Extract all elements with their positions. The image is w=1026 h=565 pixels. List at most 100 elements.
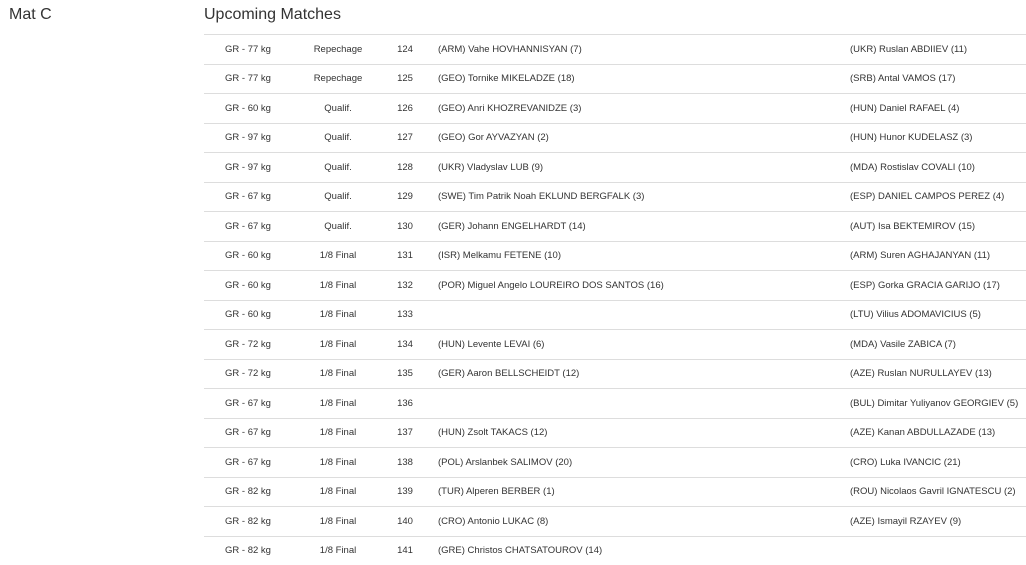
- match-round: Qualif.: [292, 212, 384, 242]
- match-red-athlete: (GRE) Christos CHATSATOUROV (14): [426, 536, 850, 565]
- match-blue-athlete: (SRB) Antal VAMOS (17): [850, 64, 1026, 94]
- match-number: 132: [384, 271, 426, 301]
- match-weight-class: GR - 97 kg: [204, 153, 292, 183]
- match-row: GR - 60 kgQualif.126(GEO) Anri KHOZREVAN…: [204, 94, 1026, 124]
- match-weight-class: GR - 72 kg: [204, 359, 292, 389]
- match-round: 1/8 Final: [292, 271, 384, 301]
- match-number: 140: [384, 507, 426, 537]
- match-row: GR - 67 kg1/8 Final137(HUN) Zsolt TAKACS…: [204, 418, 1026, 448]
- match-round: Repechage: [292, 64, 384, 94]
- match-number: 126: [384, 94, 426, 124]
- match-weight-class: GR - 82 kg: [204, 536, 292, 565]
- match-weight-class: GR - 82 kg: [204, 507, 292, 537]
- match-weight-class: GR - 67 kg: [204, 418, 292, 448]
- match-red-athlete: (UKR) Vladyslav LUB (9): [426, 153, 850, 183]
- match-red-athlete: [426, 300, 850, 330]
- match-round: 1/8 Final: [292, 241, 384, 271]
- match-round: 1/8 Final: [292, 300, 384, 330]
- match-row: GR - 82 kg1/8 Final139(TUR) Alperen BERB…: [204, 477, 1026, 507]
- match-weight-class: GR - 60 kg: [204, 300, 292, 330]
- match-red-athlete: (GER) Aaron BELLSCHEIDT (12): [426, 359, 850, 389]
- match-blue-athlete: [850, 536, 1026, 565]
- match-round: 1/8 Final: [292, 418, 384, 448]
- match-row: GR - 60 kg1/8 Final133 (LTU) Vilius ADOMA…: [204, 300, 1026, 330]
- match-weight-class: GR - 60 kg: [204, 241, 292, 271]
- match-number: 124: [384, 35, 426, 65]
- match-number: 138: [384, 448, 426, 478]
- match-round: 1/8 Final: [292, 359, 384, 389]
- match-number: 139: [384, 477, 426, 507]
- upcoming-matches-table: GR - 77 kgRepechage124(ARM) Vahe HOVHANN…: [204, 34, 1026, 565]
- match-round: Qualif.: [292, 123, 384, 153]
- match-red-athlete: (POR) Miguel Angelo LOUREIRO DOS SANTOS …: [426, 271, 850, 301]
- match-blue-athlete: (AZE) Kanan ABDULLAZADE (13): [850, 418, 1026, 448]
- match-red-athlete: (CRO) Antonio LUKAC (8): [426, 507, 850, 537]
- match-weight-class: GR - 82 kg: [204, 477, 292, 507]
- match-red-athlete: (ARM) Vahe HOVHANNISYAN (7): [426, 35, 850, 65]
- match-red-athlete: (GEO) Tornike MIKELADZE (18): [426, 64, 850, 94]
- match-weight-class: GR - 72 kg: [204, 330, 292, 360]
- match-red-athlete: (ISR) Melkamu FETENE (10): [426, 241, 850, 271]
- match-number: 135: [384, 359, 426, 389]
- match-row: GR - 77 kgRepechage125(GEO) Tornike MIKE…: [204, 64, 1026, 94]
- match-blue-athlete: (ARM) Suren AGHAJANYAN (11): [850, 241, 1026, 271]
- match-round: 1/8 Final: [292, 536, 384, 565]
- match-round: 1/8 Final: [292, 507, 384, 537]
- match-round: 1/8 Final: [292, 448, 384, 478]
- match-blue-athlete: (LTU) Vilius ADOMAVICIUS (5): [850, 300, 1026, 330]
- match-blue-athlete: (BUL) Dimitar Yuliyanov GEORGIEV (5): [850, 389, 1026, 419]
- match-number: 136: [384, 389, 426, 419]
- match-row: GR - 72 kg1/8 Final135(GER) Aaron BELLSC…: [204, 359, 1026, 389]
- match-row: GR - 82 kg1/8 Final141(GRE) Christos CHA…: [204, 536, 1026, 565]
- match-number: 125: [384, 64, 426, 94]
- match-red-athlete: (GEO) Gor AYVAZYAN (2): [426, 123, 850, 153]
- match-blue-athlete: (ESP) DANIEL CAMPOS PEREZ (4): [850, 182, 1026, 212]
- match-round: 1/8 Final: [292, 389, 384, 419]
- match-number: 127: [384, 123, 426, 153]
- match-weight-class: GR - 60 kg: [204, 271, 292, 301]
- match-red-athlete: (HUN) Zsolt TAKACS (12): [426, 418, 850, 448]
- match-red-athlete: (GEO) Anri KHOZREVANIDZE (3): [426, 94, 850, 124]
- mat-title: Mat C: [9, 6, 52, 24]
- match-blue-athlete: (AZE) Ruslan NURULLAYEV (13): [850, 359, 1026, 389]
- match-row: GR - 72 kg1/8 Final134(HUN) Levente LEVA…: [204, 330, 1026, 360]
- match-row: GR - 97 kgQualif.127(GEO) Gor AYVAZYAN (…: [204, 123, 1026, 153]
- match-weight-class: GR - 67 kg: [204, 182, 292, 212]
- match-weight-class: GR - 67 kg: [204, 389, 292, 419]
- match-number: 133: [384, 300, 426, 330]
- match-number: 130: [384, 212, 426, 242]
- match-round: Qualif.: [292, 182, 384, 212]
- match-number: 129: [384, 182, 426, 212]
- match-row: GR - 77 kgRepechage124(ARM) Vahe HOVHANN…: [204, 35, 1026, 65]
- match-blue-athlete: (AZE) Ismayil RZAYEV (9): [850, 507, 1026, 537]
- match-row: GR - 67 kgQualif.129(SWE) Tim Patrik Noa…: [204, 182, 1026, 212]
- match-row: GR - 67 kg1/8 Final138(POL) Arslanbek SA…: [204, 448, 1026, 478]
- match-weight-class: GR - 67 kg: [204, 212, 292, 242]
- match-red-athlete: (POL) Arslanbek SALIMOV (20): [426, 448, 850, 478]
- match-blue-athlete: (MDA) Rostislav COVALI (10): [850, 153, 1026, 183]
- match-weight-class: GR - 67 kg: [204, 448, 292, 478]
- match-round: 1/8 Final: [292, 330, 384, 360]
- match-blue-athlete: (ESP) Gorka GRACIA GARIJO (17): [850, 271, 1026, 301]
- match-weight-class: GR - 60 kg: [204, 94, 292, 124]
- match-number: 134: [384, 330, 426, 360]
- match-red-athlete: (SWE) Tim Patrik Noah EKLUND BERGFALK (3…: [426, 182, 850, 212]
- match-row: GR - 82 kg1/8 Final140(CRO) Antonio LUKA…: [204, 507, 1026, 537]
- match-blue-athlete: (MDA) Vasile ZABICA (7): [850, 330, 1026, 360]
- upcoming-matches-title: Upcoming Matches: [204, 6, 341, 24]
- match-row: GR - 67 kgQualif.130(GER) Johann ENGELHA…: [204, 212, 1026, 242]
- match-red-athlete: (TUR) Alperen BERBER (1): [426, 477, 850, 507]
- match-number: 128: [384, 153, 426, 183]
- match-round: 1/8 Final: [292, 477, 384, 507]
- match-number: 141: [384, 536, 426, 565]
- matches-body: GR - 77 kgRepechage124(ARM) Vahe HOVHANN…: [204, 35, 1026, 565]
- match-row: GR - 60 kg1/8 Final131(ISR) Melkamu FETE…: [204, 241, 1026, 271]
- match-blue-athlete: (HUN) Hunor KUDELASZ (3): [850, 123, 1026, 153]
- match-row: GR - 60 kg1/8 Final132(POR) Miguel Angel…: [204, 271, 1026, 301]
- match-red-athlete: (HUN) Levente LEVAI (6): [426, 330, 850, 360]
- match-blue-athlete: (AUT) Isa BEKTEMIROV (15): [850, 212, 1026, 242]
- match-weight-class: GR - 97 kg: [204, 123, 292, 153]
- match-number: 131: [384, 241, 426, 271]
- match-round: Qualif.: [292, 153, 384, 183]
- match-red-athlete: [426, 389, 850, 419]
